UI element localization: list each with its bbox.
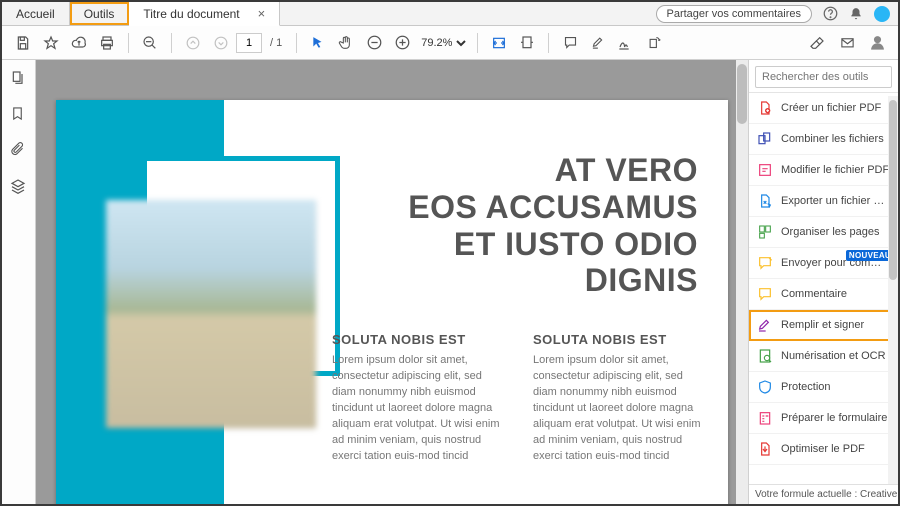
tool-icon	[757, 162, 773, 178]
tool-item-5[interactable]: Envoyer pour comment…NOUVEAU	[749, 248, 898, 279]
star-icon[interactable]	[38, 30, 64, 56]
doc-headline: AT VERO EOS ACCUSAMUS ET IUSTO ODIO DIGN…	[408, 152, 698, 299]
tool-label: Protection	[781, 381, 831, 393]
scroll-thumb[interactable]	[737, 64, 747, 124]
tools-scrollbar[interactable]	[888, 96, 898, 484]
badge-nouveau: NOUVEAU	[846, 250, 894, 261]
tool-label: Optimiser le PDF	[781, 443, 865, 455]
tool-icon	[757, 131, 773, 147]
tab-label: Outils	[84, 7, 115, 21]
tool-icon	[757, 348, 773, 364]
text-column-1: SOLUTA NOBIS EST Lorem ipsum dolor sit a…	[332, 332, 501, 465]
tool-item-6[interactable]: Commentaire	[749, 279, 898, 310]
tool-item-7[interactable]: Remplir et signer	[749, 310, 898, 341]
fit-width-icon[interactable]	[486, 30, 512, 56]
zoom-out-fit-icon[interactable]	[137, 30, 163, 56]
tool-item-9[interactable]: Protection	[749, 372, 898, 403]
zoom-out-icon[interactable]	[361, 30, 387, 56]
tool-icon	[757, 410, 773, 426]
tool-label: Numérisation et OCR	[781, 350, 886, 362]
tool-icon	[757, 441, 773, 457]
tool-item-8[interactable]: Numérisation et OCR	[749, 341, 898, 372]
page-up-icon[interactable]	[180, 30, 206, 56]
text-column-2: SOLUTA NOBIS EST Lorem ipsum dolor sit a…	[533, 332, 702, 465]
tab-bar: Accueil Outils Titre du document × Parta…	[2, 2, 898, 26]
thumbnails-icon[interactable]	[10, 70, 28, 88]
hand-tool-icon[interactable]	[333, 30, 359, 56]
tool-list: Créer un fichier PDF Combiner les fichier…	[749, 93, 898, 484]
left-rail	[2, 60, 36, 504]
tool-label: Organiser les pages	[781, 226, 879, 238]
toolbar: / 1 79.2%	[2, 26, 898, 60]
comment-icon[interactable]	[557, 30, 583, 56]
rotate-icon[interactable]	[641, 30, 667, 56]
tool-item-1[interactable]: Combiner les fichiers	[749, 124, 898, 155]
save-icon[interactable]	[10, 30, 36, 56]
cloud-upload-icon[interactable]	[66, 30, 92, 56]
tool-label: Modifier le fichier PDF	[781, 164, 889, 176]
tool-icon	[757, 193, 773, 209]
page-count: / 1	[270, 37, 282, 49]
pdf-page: AT VERO EOS ACCUSAMUS ET IUSTO ODIO DIGN…	[56, 100, 728, 504]
page-down-icon[interactable]	[208, 30, 234, 56]
tool-icon	[757, 379, 773, 395]
sign-icon[interactable]	[613, 30, 639, 56]
tab-accueil[interactable]: Accueil	[2, 2, 70, 25]
tool-item-11[interactable]: Optimiser le PDF	[749, 434, 898, 465]
profile-icon[interactable]	[864, 30, 890, 56]
tools-search-input[interactable]	[755, 66, 892, 88]
bell-icon[interactable]	[848, 6, 864, 22]
document-viewport[interactable]: AT VERO EOS ACCUSAMUS ET IUSTO ODIO DIGN…	[36, 60, 748, 504]
tab-label: Accueil	[16, 7, 55, 21]
mail-icon[interactable]	[834, 30, 860, 56]
tool-icon	[757, 317, 773, 333]
tool-item-2[interactable]: Modifier le fichier PDF	[749, 155, 898, 186]
tool-label: Remplir et signer	[781, 319, 864, 331]
avatar[interactable]	[874, 6, 890, 22]
print-icon[interactable]	[94, 30, 120, 56]
tab-document[interactable]: Titre du document ×	[129, 2, 280, 26]
tools-panel: Créer un fichier PDF Combiner les fichier…	[748, 60, 898, 504]
layers-icon[interactable]	[10, 178, 28, 196]
tool-item-4[interactable]: Organiser les pages	[749, 217, 898, 248]
tool-icon	[757, 224, 773, 240]
tool-icon	[757, 286, 773, 302]
close-icon[interactable]: ×	[258, 6, 266, 21]
tool-label: Créer un fichier PDF	[781, 102, 881, 114]
fit-page-icon[interactable]	[514, 30, 540, 56]
share-feedback-button[interactable]: Partager vos commentaires	[656, 5, 813, 23]
attachment-icon[interactable]	[10, 142, 28, 160]
tool-icon	[757, 255, 773, 271]
photo-placeholder	[106, 200, 316, 428]
tool-label: Commentaire	[781, 288, 847, 300]
tab-outils[interactable]: Outils	[70, 2, 130, 25]
help-icon[interactable]	[822, 6, 838, 22]
tool-label: Préparer le formulaire	[781, 412, 887, 424]
tool-icon	[757, 100, 773, 116]
highlighter-icon[interactable]	[585, 30, 611, 56]
tools-scroll-thumb[interactable]	[889, 100, 897, 280]
selection-tool-icon[interactable]	[305, 30, 331, 56]
tool-label: Exporter un fichier PDF	[781, 195, 890, 207]
page-number-input[interactable]	[236, 33, 262, 53]
tool-item-3[interactable]: Exporter un fichier PDF	[749, 186, 898, 217]
zoom-in-icon[interactable]	[389, 30, 415, 56]
tab-label: Titre du document	[143, 7, 239, 21]
zoom-select[interactable]: 79.2%	[417, 36, 469, 50]
scrollbar-vertical[interactable]	[736, 60, 748, 504]
plan-footer: Votre formule actuelle : Creative Cloud	[749, 484, 898, 504]
tool-item-10[interactable]: Préparer le formulaire	[749, 403, 898, 434]
eraser-icon[interactable]	[804, 30, 830, 56]
tool-label: Combiner les fichiers	[781, 133, 884, 145]
bookmark-icon[interactable]	[10, 106, 28, 124]
tool-item-0[interactable]: Créer un fichier PDF	[749, 93, 898, 124]
